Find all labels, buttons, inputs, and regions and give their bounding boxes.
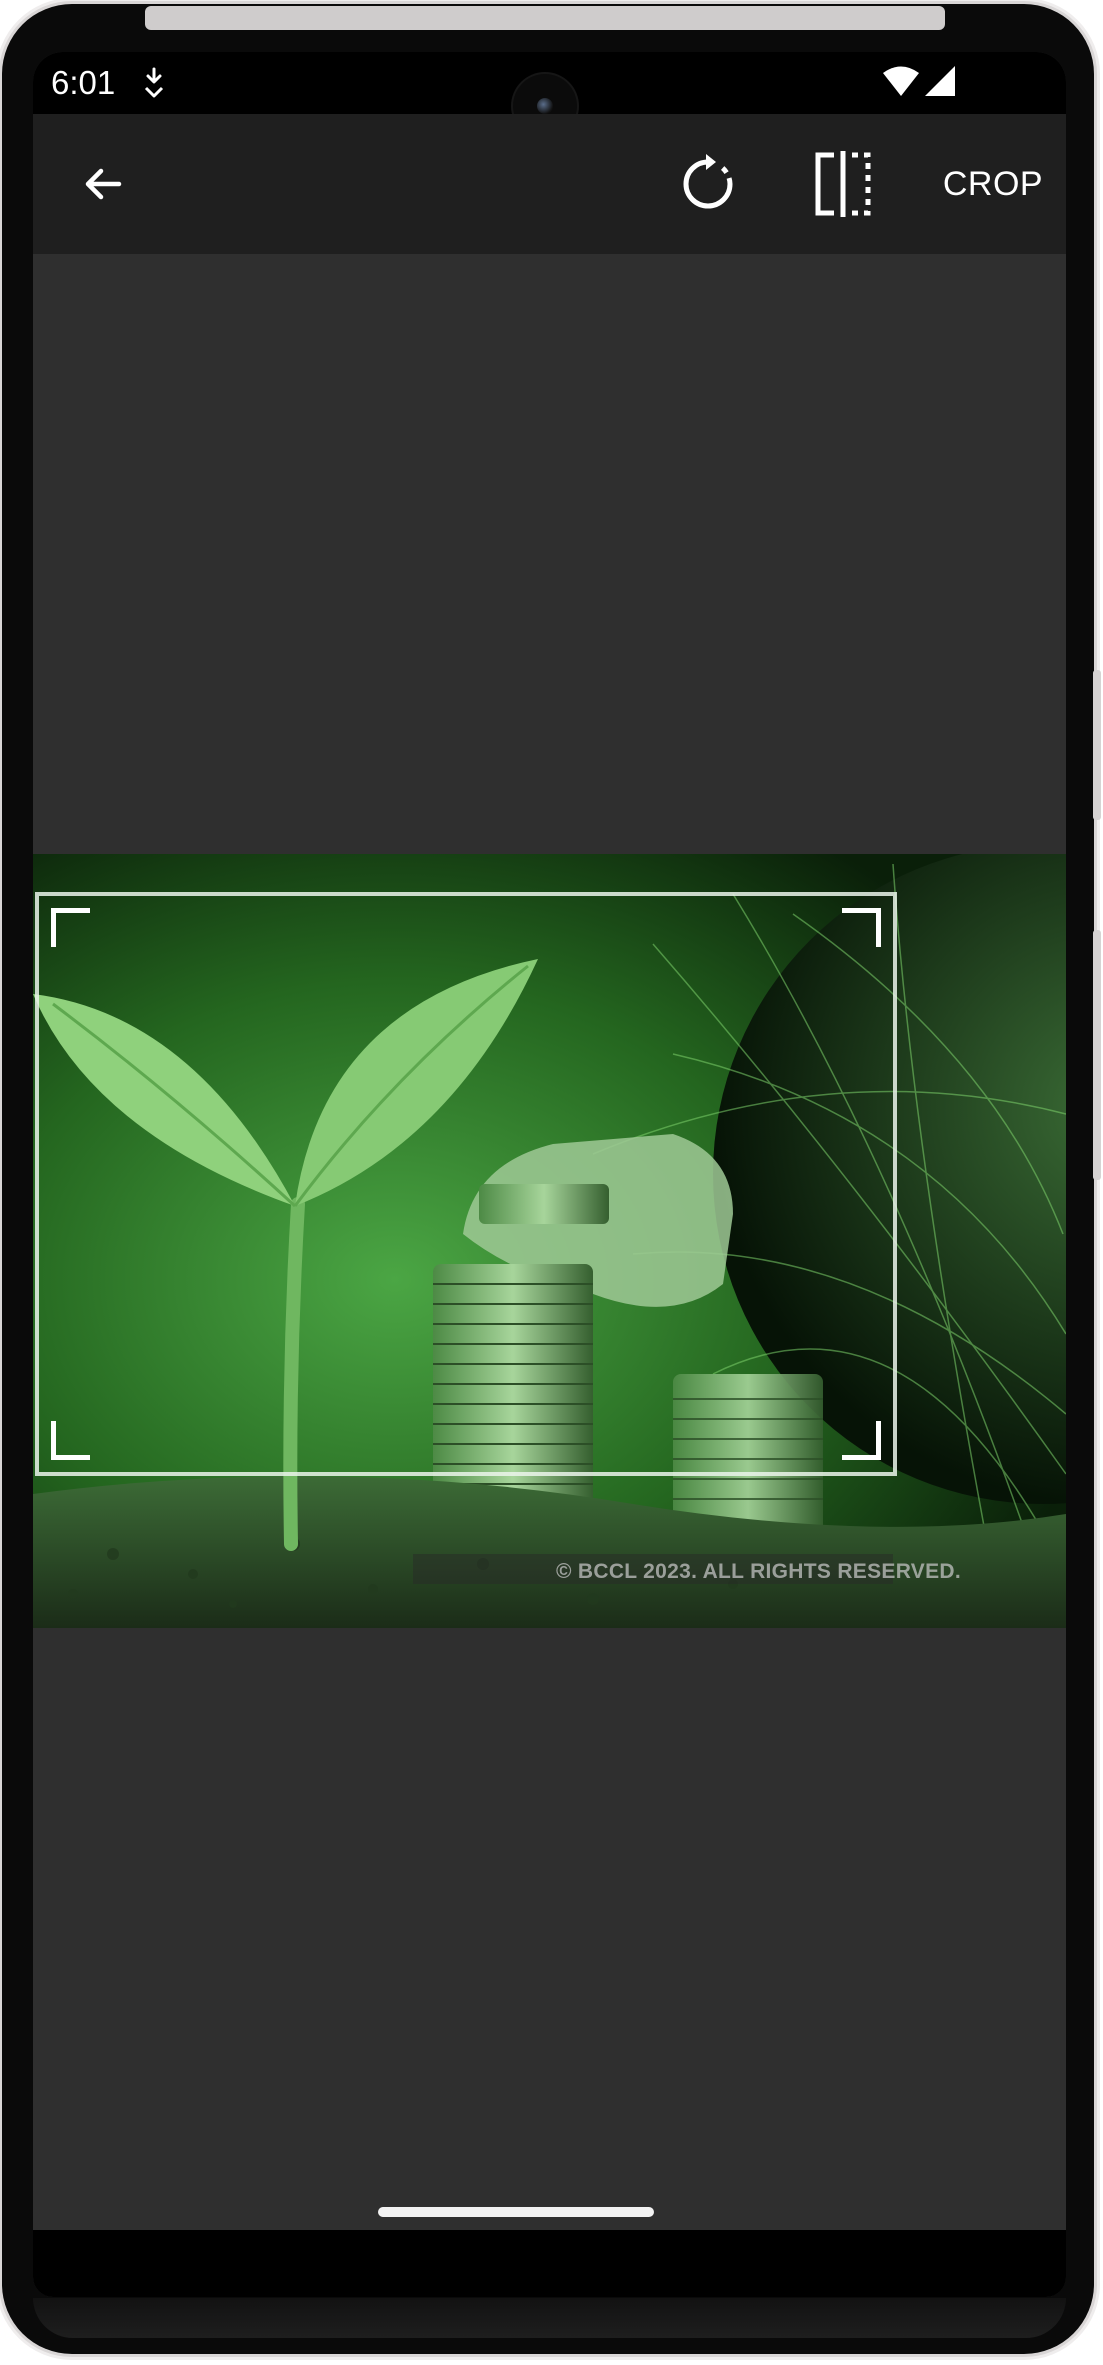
device: 6:01 CROP © BCCL 2023. ALL RIGHTS RESERV… [0,0,1103,2365]
status-bar: 6:01 [33,52,1066,138]
arrow-back-icon [85,168,122,200]
cell-signal-icon [925,66,955,96]
screen: 6:01 CROP © BCCL 2023. ALL RIGHTS RESERV… [33,52,1066,2297]
rotate-icon [683,154,733,209]
watermark-text: © BCCL 2023. ALL RIGHTS RESERVED. [556,1560,962,1583]
crop-handle-bottom-right[interactable] [842,1421,881,1460]
download-notification-icon [144,67,164,98]
crop-handle-top-right[interactable] [842,908,881,947]
flip-button[interactable] [798,114,888,254]
crop-button[interactable]: CROP [928,114,1058,254]
status-time: 6:01 [51,64,116,101]
navigation-bar [33,2230,1066,2297]
crop-handle-bottom-left[interactable] [51,1421,90,1460]
phone-top-edge [145,6,945,30]
crop-frame[interactable] [35,892,897,1476]
crop-handle-top-left[interactable] [51,908,90,947]
back-button[interactable] [63,114,143,254]
volume-button [1093,930,1101,1180]
power-button [1093,670,1101,820]
wifi-icon [883,66,919,96]
phone-bottom-bezel [33,2298,1066,2338]
image-canvas[interactable]: © BCCL 2023. ALL RIGHTS RESERVED. [33,854,1066,1628]
rotate-button[interactable] [663,114,753,254]
flip-horizontal-icon [815,151,871,217]
home-gesture-handle[interactable] [378,2207,654,2217]
crop-toolbar: CROP [33,114,1066,254]
